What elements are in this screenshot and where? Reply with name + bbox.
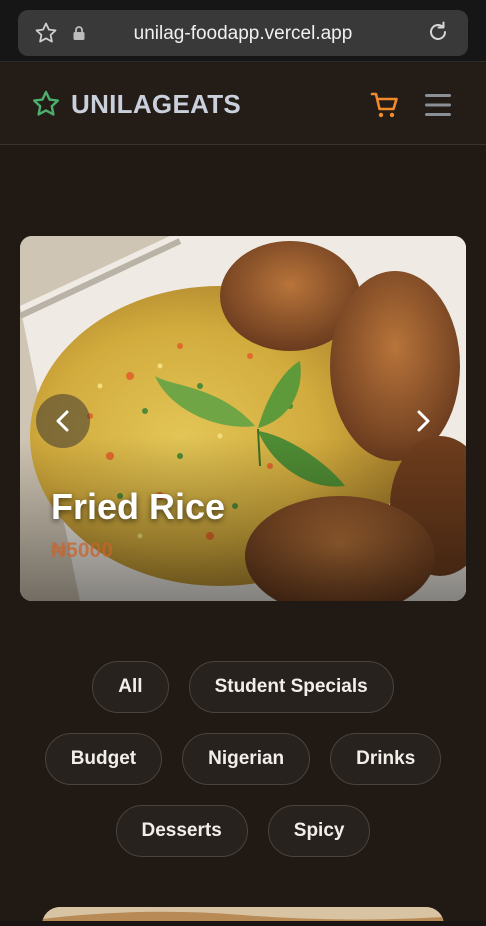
hero-carousel[interactable]: Fried Rice ₦5000 (20, 236, 466, 601)
menu-icon[interactable] (423, 91, 453, 119)
bottom-edge (0, 921, 486, 926)
category-spicy[interactable]: Spicy (267, 805, 371, 857)
app-header: UNILAGEATS (0, 63, 486, 145)
category-all[interactable]: All (92, 661, 169, 713)
category-nigerian[interactable]: Nigerian (182, 733, 311, 785)
reload-icon[interactable] (426, 20, 450, 44)
category-desserts[interactable]: Desserts (115, 805, 248, 857)
brand-name: UNILAGEATS (71, 88, 242, 119)
brand-logo[interactable]: UNILAGEATS (31, 89, 241, 119)
chevron-right-icon (417, 410, 430, 432)
category-drinks[interactable]: Drinks (330, 733, 442, 785)
category-student-specials[interactable]: Student Specials (188, 661, 394, 713)
address-bar[interactable]: unilag-foodapp.vercel.app (18, 10, 468, 56)
cart-icon[interactable] (369, 89, 401, 121)
category-budget[interactable]: Budget (44, 733, 163, 785)
carousel-prev-button[interactable] (36, 394, 90, 448)
carousel-next-button[interactable] (396, 394, 450, 448)
chevron-left-icon (56, 410, 69, 432)
category-row: Desserts Spicy (0, 805, 486, 857)
url-text[interactable]: unilag-foodapp.vercel.app (18, 23, 468, 45)
hero-price: ₦5000 (51, 539, 113, 562)
category-row: All Student Specials (0, 661, 486, 713)
hero-title: Fried Rice (51, 486, 226, 527)
category-filters: All Student Specials Budget Nigerian Dri… (0, 661, 486, 877)
browser-bar: unilag-foodapp.vercel.app (0, 0, 486, 62)
category-row: Budget Nigerian Drinks (0, 733, 486, 785)
star-icon (33, 90, 59, 116)
